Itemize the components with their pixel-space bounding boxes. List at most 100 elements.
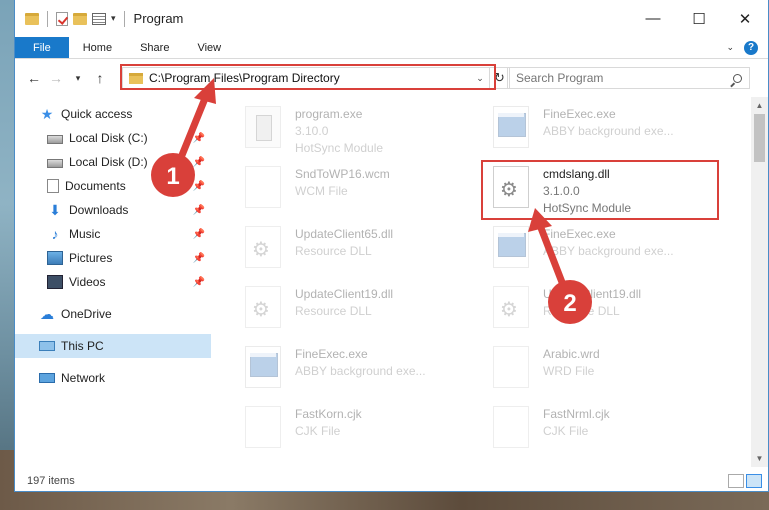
file-tile[interactable]: FastKorn.cjk CJK File — [237, 402, 477, 456]
sidebar-item-onedrive[interactable]: ☁ OneDrive — [15, 302, 211, 326]
file-tile[interactable]: UpdateClient19.dllResource DLL — [485, 282, 725, 336]
scroll-up-icon[interactable]: ▲ — [751, 97, 768, 114]
music-icon: ♪ — [51, 226, 59, 242]
tab-home[interactable]: Home — [69, 37, 126, 58]
tab-share[interactable]: Share — [126, 37, 183, 58]
file-description: ABBY background exe... — [295, 364, 426, 378]
separator — [123, 10, 125, 27]
address-bar-highlight — [120, 64, 496, 90]
file-tile[interactable]: UpdateClient65.dll Resource DLL — [237, 222, 477, 276]
search-icon[interactable] — [725, 73, 749, 83]
step2-number: 2 — [563, 290, 577, 317]
drive-icon — [47, 135, 63, 144]
back-arrow-icon[interactable]: ← — [23, 70, 45, 86]
sidebar-item-label: Music — [69, 227, 101, 241]
pin-icon[interactable]: 📌 — [193, 229, 205, 240]
new-folder-icon[interactable] — [73, 12, 87, 25]
maximize-button[interactable]: ☐ — [676, 0, 722, 37]
file-name: FastKorn.cjk — [295, 407, 362, 421]
file-tile[interactable]: FastNrml.cjk CJK File — [485, 402, 725, 456]
computer-icon — [39, 341, 55, 351]
file-icon — [245, 406, 281, 448]
document-icon — [47, 179, 59, 193]
search-input[interactable] — [516, 71, 725, 85]
vertical-scrollbar[interactable]: ▲ ▼ — [751, 97, 768, 467]
sidebar-item-this-pc[interactable]: This PC — [15, 334, 211, 358]
forward-arrow-icon[interactable]: → — [45, 70, 67, 86]
tab-file[interactable]: File — [15, 37, 69, 58]
close-button[interactable]: ✕ — [722, 0, 768, 37]
videos-icon — [47, 275, 63, 289]
sidebar-item-videos[interactable]: Videos 📌 — [15, 270, 211, 294]
network-icon — [39, 373, 55, 383]
sidebar-item-label: Videos — [69, 275, 106, 289]
file-tile[interactable]: FineExec.exe ABBY background exe... — [237, 342, 477, 396]
scroll-down-icon[interactable]: ▼ — [751, 450, 768, 467]
sidebar-item-label: Pictures — [69, 251, 113, 265]
details-view-icon[interactable] — [728, 474, 744, 488]
file-tile[interactable]: UpdateClient19.dllResource DLL — [237, 282, 477, 336]
file-icon — [493, 346, 529, 388]
sidebar-item-label: Network — [61, 371, 106, 385]
sidebar-item-label: This PC — [61, 339, 104, 353]
executable-icon — [493, 106, 529, 148]
customize-view-icon[interactable] — [92, 12, 106, 25]
properties-check-icon[interactable] — [56, 11, 68, 26]
ribbon-tabs: File Home Share View ⌄ ? — [15, 37, 768, 59]
help-icon[interactable]: ? — [744, 40, 758, 55]
file-description: Resource DLL — [295, 304, 372, 318]
scroll-thumb[interactable] — [754, 114, 765, 162]
sidebar-item-downloads[interactable]: ⬇ Downloads 📌 — [15, 198, 211, 222]
file-name: Arabic.wrd — [543, 347, 600, 361]
file-type: CJK File — [295, 424, 341, 438]
file-description: HotSync Module — [295, 141, 384, 155]
file-tile[interactable]: FineExec.exe ABBY background exe... — [485, 222, 725, 276]
file-tile[interactable]: SndToWP16.wcm WCM File — [237, 162, 477, 216]
file-tile[interactable]: program.exe 3.10.0 HotSync Module — [237, 102, 477, 156]
sidebar-item-label: Documents — [65, 179, 126, 193]
up-arrow-icon[interactable]: ↑ — [89, 70, 111, 86]
file-name: FineExec.exe — [295, 347, 368, 361]
step1-number: 1 — [166, 163, 180, 190]
file-tile[interactable]: Arabic.wrd WRD File — [485, 342, 725, 396]
folder-icon — [25, 12, 39, 25]
pin-icon[interactable]: 📌 — [193, 277, 205, 288]
file-type: CJK File — [543, 424, 589, 438]
tab-view[interactable]: View — [183, 37, 235, 58]
file-name: FastNrml.cjk — [543, 407, 610, 421]
sidebar-item-local-disk-c[interactable]: Local Disk (C:) 📌 — [15, 126, 211, 150]
star-icon: ★ — [40, 106, 54, 122]
file-name: FineExec.exe — [543, 227, 616, 241]
pin-icon[interactable]: 📌 — [193, 133, 205, 144]
recent-locations-dropdown-icon[interactable]: ▾ — [67, 73, 89, 84]
sidebar-item-network[interactable]: Network — [15, 366, 211, 390]
expand-ribbon-icon[interactable]: ⌄ — [726, 42, 734, 53]
pin-icon[interactable]: 📌 — [193, 205, 205, 216]
sidebar-item-pictures[interactable]: Pictures 📌 — [15, 246, 211, 270]
pictures-icon — [47, 251, 63, 265]
status-bar: 197 items — [15, 470, 768, 492]
dll-gear-icon — [245, 226, 281, 268]
download-icon: ⬇ — [49, 202, 61, 218]
navigation-pane: ★ Quick access Local Disk (C:) 📌 Local D… — [15, 97, 211, 467]
cloud-icon: ☁ — [40, 306, 54, 322]
file-type: WRD File — [543, 364, 595, 378]
tiles-view-icon[interactable] — [746, 474, 762, 488]
file-highlight — [481, 160, 719, 220]
file-tile[interactable]: FineExec.exe ABBY background exe... — [485, 102, 725, 156]
window-title: Program — [133, 11, 184, 26]
file-icon — [493, 406, 529, 448]
sidebar-item-quick-access[interactable]: ★ Quick access — [15, 102, 211, 126]
sidebar-item-label: Local Disk (C:) — [69, 131, 148, 145]
separator — [47, 10, 48, 27]
file-name: UpdateClient65.dll — [295, 227, 394, 241]
file-icon — [245, 166, 281, 208]
sidebar-item-music[interactable]: ♪ Music 📌 — [15, 222, 211, 246]
file-name: FineExec.exe — [543, 107, 616, 121]
file-description: ABBY background exe... — [543, 244, 674, 258]
quick-access-dropdown-icon[interactable]: ▾ — [111, 13, 116, 24]
minimize-button[interactable]: — — [630, 0, 676, 37]
search-box[interactable] — [507, 67, 750, 89]
item-count: 197 items — [27, 475, 75, 487]
pin-icon[interactable]: 📌 — [193, 253, 205, 264]
